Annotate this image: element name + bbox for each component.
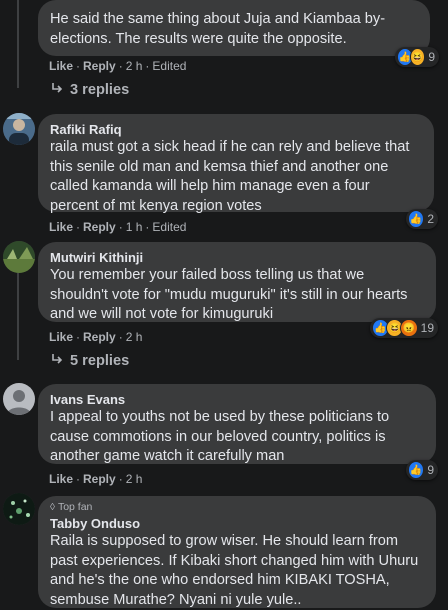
comment-text: sembuse Murathe? Nyani ni yule yule.. xyxy=(50,591,424,610)
like-button[interactable]: Like xyxy=(49,220,73,234)
reply-button[interactable]: Reply xyxy=(83,472,116,486)
reaction-count: 9 xyxy=(428,50,435,64)
comment-text: and he's the one who endorsed him KIBAKI… xyxy=(50,571,424,591)
comment-text: I appeal to youths not be used by these … xyxy=(50,408,424,428)
commenter-name[interactable]: Ivans Evans xyxy=(50,391,424,408)
comment-bubble: He said the same thing about Juja and Ki… xyxy=(38,0,430,56)
avatar[interactable] xyxy=(3,493,35,525)
view-replies-link[interactable]: 5 replies xyxy=(51,352,129,370)
comment-text: and we will not vote for kimuguruki xyxy=(50,305,424,325)
comment-text: raila must got a sick head if he can rel… xyxy=(50,138,422,158)
comment-text: Raila is supposed to grow wiser. He shou… xyxy=(50,532,424,552)
reaction-summary[interactable]: 👍 9 xyxy=(406,460,438,480)
reply-arrow-icon xyxy=(51,81,63,99)
commenter-name[interactable]: Rafiki Rafiq xyxy=(50,121,422,138)
edited-label: Edited xyxy=(152,220,186,234)
like-icon: 👍 xyxy=(408,210,424,228)
comment-text: another game watch it carefully man xyxy=(50,447,424,467)
like-button[interactable]: Like xyxy=(49,472,73,486)
angry-icon: 😠 xyxy=(400,319,417,337)
comment-text: called kamanda will help him manage even… xyxy=(50,177,422,197)
comment-actions: Like·Reply·1 h·Edited xyxy=(49,220,186,234)
diamond-icon: ◊ xyxy=(50,502,55,513)
top-fan-badge: ◊Top fan xyxy=(50,501,424,514)
view-replies-link[interactable]: 3 replies xyxy=(51,81,129,99)
comment-text: this senile old man and kemsa thief and … xyxy=(50,158,422,178)
reply-button[interactable]: Reply xyxy=(83,330,116,344)
timestamp[interactable]: 2 h xyxy=(126,472,143,486)
haha-icon: 😆 xyxy=(410,48,426,66)
comment-text: percent of mt kenya region votes xyxy=(50,197,422,217)
thread-line xyxy=(17,0,19,88)
reaction-summary[interactable]: 👍 2 xyxy=(406,209,438,229)
like-button[interactable]: Like xyxy=(49,330,73,344)
replies-count: 5 replies xyxy=(70,353,129,369)
comment-text: shouldn't vote for "mudu muguruki" it's … xyxy=(50,286,424,306)
comment-bubble: Mutwiri Kithinji You remember your faile… xyxy=(38,242,436,322)
comment-text: He said the same thing about Juja and Ki… xyxy=(50,10,418,30)
comment-actions: Like·Reply·2 h xyxy=(49,330,142,344)
like-icon: 👍 xyxy=(408,461,424,479)
timestamp[interactable]: 1 h xyxy=(126,220,143,234)
comment-text: past experiences. If Kibaki short change… xyxy=(50,552,424,572)
reaction-summary[interactable]: 👍 😆 😠 19 xyxy=(370,318,438,338)
comment-text: You remember your failed boss telling us… xyxy=(50,266,424,286)
thread-line xyxy=(17,268,19,360)
badge-label: Top fan xyxy=(58,501,92,513)
timestamp[interactable]: 2 h xyxy=(126,330,143,344)
comment-text: cause commotions in our beloved country,… xyxy=(50,428,424,448)
edited-label: Edited xyxy=(152,59,186,73)
reaction-count: 19 xyxy=(421,321,434,335)
comment-actions: Like·Reply·2 h xyxy=(49,472,142,486)
reaction-count: 2 xyxy=(427,212,434,226)
comment-bubble: Rafiki Rafiq raila must got a sick head … xyxy=(38,114,434,212)
like-button[interactable]: Like xyxy=(49,59,73,73)
timestamp[interactable]: 2 h xyxy=(126,59,143,73)
avatar[interactable] xyxy=(3,113,35,145)
comment-bubble: ◊Top fan Tabby Onduso Raila is supposed … xyxy=(38,496,436,608)
commenter-name[interactable]: Tabby Onduso xyxy=(50,515,424,532)
avatar[interactable] xyxy=(3,241,35,273)
reply-button[interactable]: Reply xyxy=(83,59,116,73)
reaction-summary[interactable]: 👍 😆 9 xyxy=(395,47,439,67)
reaction-count: 9 xyxy=(427,463,434,477)
avatar[interactable] xyxy=(3,383,35,415)
comment-text: elections. The results were quite the op… xyxy=(50,30,418,50)
comment-bubble: Ivans Evans I appeal to youths not be us… xyxy=(38,384,436,464)
commenter-name[interactable]: Mutwiri Kithinji xyxy=(50,249,424,266)
reply-button[interactable]: Reply xyxy=(83,220,116,234)
comment-actions: Like·Reply·2 h·Edited xyxy=(49,59,186,73)
replies-count: 3 replies xyxy=(70,82,129,98)
reply-arrow-icon xyxy=(51,352,63,370)
